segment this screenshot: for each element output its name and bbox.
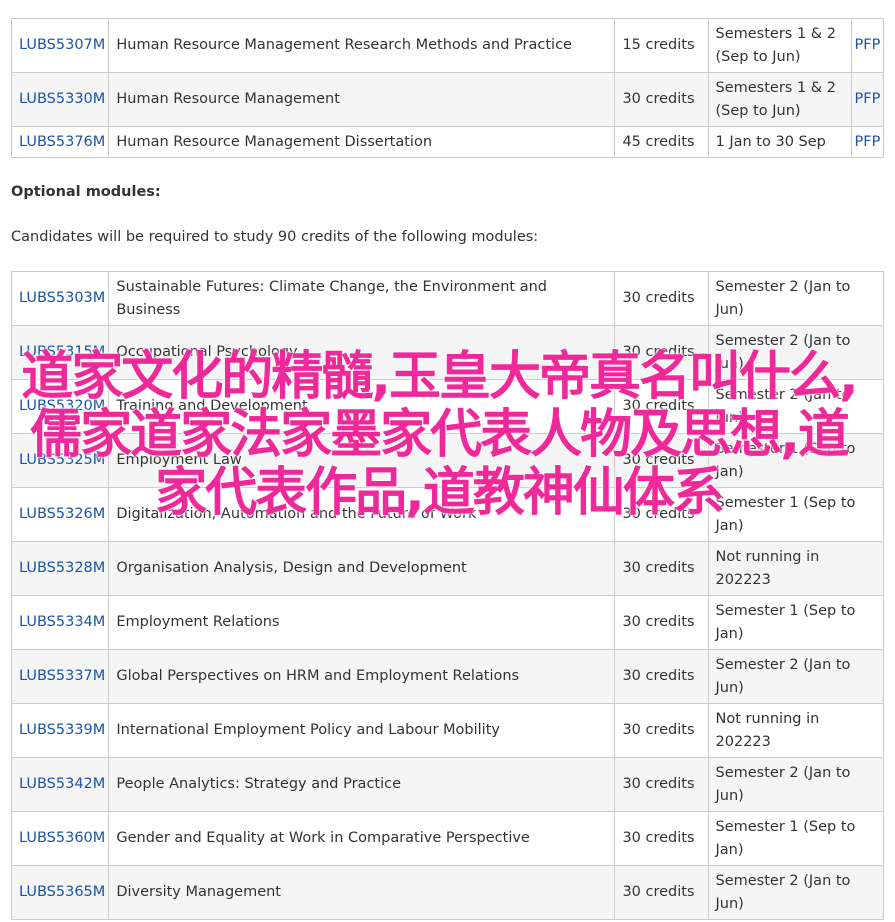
table-row: LUBS5334M Employment Relations 30 credit… [10, 595, 885, 650]
module-code-cell: LUBS5334M [10, 595, 110, 650]
module-credits: 30 credits [614, 703, 709, 758]
pfp-cell: PFP [850, 72, 885, 127]
table-row: LUBS5303M Sustainable Futures: Climate C… [10, 271, 885, 326]
module-code-cell: LUBS5330M [10, 72, 110, 127]
module-code-cell: LUBS5376M [10, 126, 110, 158]
module-code-link[interactable]: LUBS5330M [19, 88, 105, 111]
module-code-cell: LUBS5360M [10, 811, 110, 866]
table-row: LUBS5339M International Employment Polic… [10, 703, 885, 758]
module-code-link[interactable]: LUBS5339M [19, 719, 105, 742]
module-semester: Semester 2 (Jan to Jun) [707, 649, 885, 704]
module-code-cell: LUBS5365M [10, 865, 110, 920]
module-semester: 1 Jan to 30 Sep [707, 126, 852, 158]
module-credits: 30 credits [614, 595, 709, 650]
module-semester: Not running in 202223 [707, 541, 885, 596]
module-semester: Semester 2 (Jan to Jun) [707, 865, 885, 920]
optional-modules-heading: Optional modules: [11, 184, 161, 200]
module-code-link[interactable]: LUBS5365M [19, 881, 105, 904]
module-title: Employment Relations [108, 595, 616, 650]
module-code-link[interactable]: LUBS5360M [19, 827, 105, 850]
module-semester: Semesters 1 & 2 (Sep to Jun) [707, 72, 852, 127]
module-code-link[interactable]: LUBS5328M [19, 557, 105, 580]
module-code-cell: LUBS5307M [10, 18, 110, 73]
table-row: LUBS5376M Human Resource Management Diss… [10, 126, 885, 158]
module-semester: Semester 2 (Jan to Jun) [707, 271, 885, 326]
module-title: International Employment Policy and Labo… [108, 703, 616, 758]
module-code-link[interactable]: LUBS5334M [19, 611, 105, 634]
watermark-overlay-text: 道家文化的精髓,玉皇大帝真名叫什么,儒家道家法家墨家代表人物及思想,道家代表作品… [21, 347, 859, 523]
pfp-cell: PFP [850, 18, 885, 73]
module-code-cell: LUBS5303M [10, 271, 110, 326]
table-row: LUBS5365M Diversity Management 30 credit… [10, 865, 885, 920]
module-code-cell: LUBS5337M [10, 649, 110, 704]
module-code-link[interactable]: LUBS5337M [19, 665, 105, 688]
module-semester: Semester 1 (Sep to Jan) [707, 595, 885, 650]
table-row: LUBS5328M Organisation Analysis, Design … [10, 541, 885, 596]
module-semester: Semester 2 (Jan to Jun) [707, 757, 885, 812]
module-code-link[interactable]: LUBS5303M [19, 287, 105, 310]
module-title: People Analytics: Strategy and Practice [108, 757, 616, 812]
pfp-link[interactable]: PFP [855, 37, 881, 53]
module-title: Human Resource Management Research Metho… [108, 18, 616, 73]
module-credits: 30 credits [614, 72, 709, 127]
module-credits: 30 credits [614, 271, 709, 326]
module-credits: 15 credits [614, 18, 709, 73]
module-code-cell: LUBS5339M [10, 703, 110, 758]
module-semester: Not running in 202223 [707, 703, 885, 758]
table-row: LUBS5342M People Analytics: Strategy and… [10, 757, 885, 812]
module-title: Sustainable Futures: Climate Change, the… [108, 271, 616, 326]
module-title: Human Resource Management [108, 72, 616, 127]
module-credits: 30 credits [614, 865, 709, 920]
module-credits: 30 credits [614, 757, 709, 812]
pfp-link[interactable]: PFP [855, 134, 881, 150]
module-title: Diversity Management [108, 865, 616, 920]
table-row: LUBS5330M Human Resource Management 30 c… [10, 72, 885, 127]
module-title: Organisation Analysis, Design and Develo… [108, 541, 616, 596]
module-title: Gender and Equality at Work in Comparati… [108, 811, 616, 866]
table-row: LUBS5337M Global Perspectives on HRM and… [10, 649, 885, 704]
module-semester: Semesters 1 & 2 (Sep to Jun) [707, 18, 852, 73]
compulsory-modules-table: LUBS5307M Human Resource Management Rese… [10, 18, 885, 158]
module-title: Human Resource Management Dissertation [108, 126, 616, 158]
optional-modules-intro: Candidates will be required to study 90 … [11, 229, 539, 245]
module-code-link[interactable]: LUBS5307M [19, 34, 105, 57]
module-code-cell: LUBS5342M [10, 757, 110, 812]
module-credits: 30 credits [614, 541, 709, 596]
module-credits: 45 credits [614, 126, 709, 158]
module-semester: Semester 1 (Sep to Jan) [707, 811, 885, 866]
table-row: LUBS5307M Human Resource Management Rese… [10, 18, 885, 73]
module-credits: 30 credits [614, 649, 709, 704]
pfp-link[interactable]: PFP [855, 91, 881, 107]
module-code-link[interactable]: LUBS5376M [19, 131, 105, 154]
table-row: LUBS5360M Gender and Equality at Work in… [10, 811, 885, 866]
pfp-cell: PFP [850, 126, 885, 158]
module-title: Global Perspectives on HRM and Employmen… [108, 649, 616, 704]
module-code-cell: LUBS5328M [10, 541, 110, 596]
module-credits: 30 credits [614, 811, 709, 866]
module-code-link[interactable]: LUBS5342M [19, 773, 105, 796]
